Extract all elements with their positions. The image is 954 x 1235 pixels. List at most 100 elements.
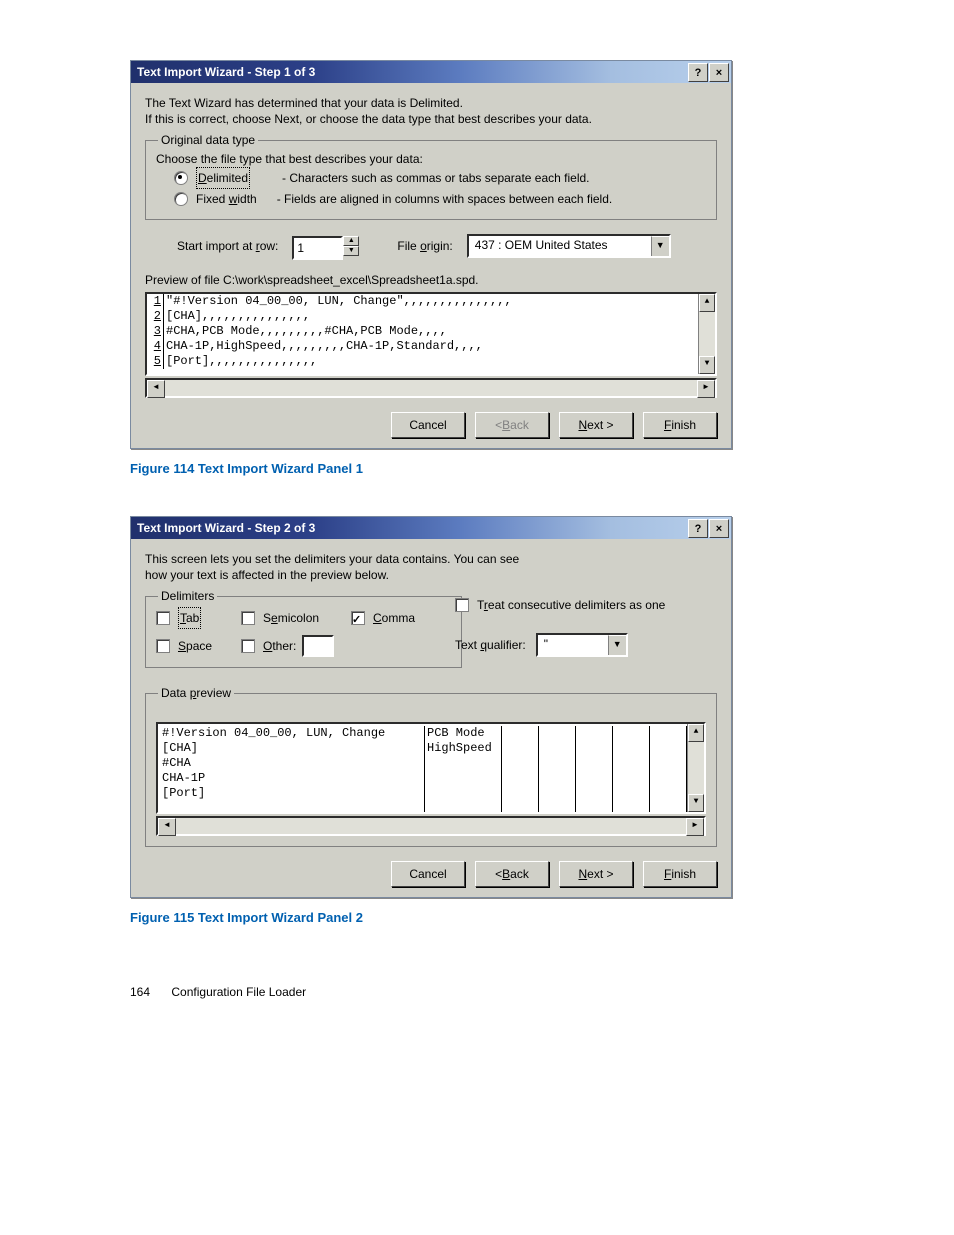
check-comma[interactable]: Comma <box>351 607 451 629</box>
dropdown-arrow-icon[interactable]: ▼ <box>651 236 669 256</box>
original-data-type-group: Original data type Choose the file type … <box>145 133 717 220</box>
scroll-down-icon[interactable]: ▼ <box>688 794 704 812</box>
checkbox-icon <box>156 639 170 653</box>
help-icon[interactable]: ? <box>688 63 708 82</box>
preview-cell <box>578 771 610 786</box>
vertical-scrollbar[interactable]: ▲ ▼ <box>698 294 715 374</box>
check-space[interactable]: Space <box>156 635 241 657</box>
preview-cell: #!Version 04_00_00, LUN, Change <box>162 726 422 741</box>
preview-cell <box>504 786 536 801</box>
file-origin-label: File origin: <box>397 239 452 253</box>
scroll-track[interactable] <box>176 818 686 834</box>
vertical-scrollbar[interactable]: ▲ ▼ <box>687 724 704 812</box>
preview-cell <box>504 741 536 756</box>
spin-up-icon[interactable]: ▲ <box>343 236 359 246</box>
figure-caption-1: Figure 114 Text Import Wizard Panel 1 <box>130 461 904 476</box>
preview-column <box>576 726 613 814</box>
checkbox-icon <box>455 598 469 612</box>
file-origin-combo[interactable]: 437 : OEM United States ▼ <box>467 234 671 258</box>
text-qualifier-combo[interactable]: " ▼ <box>536 633 628 657</box>
next-button[interactable]: Next > <box>559 412 633 438</box>
line-content: [CHA],,,,,,,,,,,,,,, <box>166 309 310 324</box>
preview-cell <box>652 741 684 756</box>
horizontal-scrollbar[interactable]: ◄ ► <box>156 816 706 836</box>
preview-cell <box>578 741 610 756</box>
line-content: [Port],,,,,,,,,,,,,,, <box>166 354 317 369</box>
data-preview-group: Data preview #!Version 04_00_00, LUN, Ch… <box>145 686 717 847</box>
preview-cell: HighSpeed <box>427 741 499 756</box>
preview-cell <box>652 771 684 786</box>
scroll-right-icon[interactable]: ► <box>697 380 715 398</box>
preview-cell <box>578 786 610 801</box>
back-button[interactable]: < Back <box>475 412 549 438</box>
preview-cell: PCB Mode <box>427 726 499 741</box>
preview-column: #!Version 04_00_00, LUN, Change[CHA]#CHA… <box>160 726 425 814</box>
scroll-track[interactable] <box>688 742 704 794</box>
preview-cell: [CHA] <box>162 741 422 756</box>
radio-fixed-width[interactable]: Fixed width - Fields are aligned in colu… <box>174 189 706 209</box>
back-button[interactable]: < Back <box>475 861 549 887</box>
wizard-step2-dialog: Text Import Wizard - Step 2 of 3 ? × Thi… <box>130 516 732 898</box>
group-legend: Data preview <box>158 686 234 700</box>
finish-button[interactable]: Finish <box>643 861 717 887</box>
radio-dot-icon <box>174 171 188 185</box>
window-title: Text Import Wizard - Step 2 of 3 <box>137 521 315 535</box>
finish-button[interactable]: Finish <box>643 412 717 438</box>
dropdown-arrow-icon[interactable]: ▼ <box>608 635 626 655</box>
scroll-up-icon[interactable]: ▲ <box>699 294 715 312</box>
preview-cell <box>541 771 573 786</box>
page-footer: 164 Configuration File Loader <box>130 985 904 999</box>
checkbox-icon <box>241 639 255 653</box>
scroll-right-icon[interactable]: ► <box>686 818 704 836</box>
checkbox-icon <box>351 611 365 625</box>
next-button[interactable]: Next > <box>559 861 633 887</box>
intro-text-1: This screen lets you set the delimiters … <box>145 551 717 567</box>
preview-cell <box>615 756 647 771</box>
radio-delimited[interactable]: Delimited - Characters such as commas or… <box>174 167 706 189</box>
scroll-left-icon[interactable]: ◄ <box>158 818 176 836</box>
group-hint: Choose the file type that best describes… <box>156 151 706 167</box>
help-icon[interactable]: ? <box>688 519 708 538</box>
scroll-down-icon[interactable]: ▼ <box>699 356 715 374</box>
preview-line: 2[CHA],,,,,,,,,,,,,,, <box>147 309 715 324</box>
check-tab[interactable]: Tab <box>156 607 241 629</box>
close-icon[interactable]: × <box>709 519 729 538</box>
group-legend: Delimiters <box>158 589 217 603</box>
cancel-button[interactable]: Cancel <box>391 861 465 887</box>
checkbox-icon <box>241 611 255 625</box>
line-number: 2 <box>147 309 164 324</box>
start-row-label: Start import at row: <box>177 239 278 253</box>
chapter-title: Configuration File Loader <box>171 985 306 999</box>
intro-text-1: The Text Wizard has determined that your… <box>145 95 717 111</box>
close-icon[interactable]: × <box>709 63 729 82</box>
horizontal-scrollbar[interactable]: ◄ ► <box>145 378 717 398</box>
scroll-left-icon[interactable]: ◄ <box>147 380 165 398</box>
other-delimiter-input[interactable] <box>302 635 334 657</box>
preview-cell <box>541 726 573 741</box>
spin-down-icon[interactable]: ▼ <box>343 246 359 256</box>
check-semicolon[interactable]: Semicolon <box>241 607 351 629</box>
radio-dot-icon <box>174 192 188 206</box>
text-qualifier-value: " <box>538 635 608 655</box>
preview-line: 1"#!Version 04_00_00, LUN, Change",,,,,,… <box>147 294 715 309</box>
preview-label: Preview of file C:\work\spreadsheet_exce… <box>145 272 717 288</box>
start-row-input[interactable] <box>292 236 343 260</box>
preview-cell <box>504 771 536 786</box>
preview-column <box>502 726 539 814</box>
start-row-spinner[interactable]: ▲ ▼ <box>292 236 359 256</box>
wizard-step1-dialog: Text Import Wizard - Step 1 of 3 ? × The… <box>130 60 732 449</box>
preview-cell <box>541 741 573 756</box>
preview-cell: #CHA <box>162 756 422 771</box>
cancel-button[interactable]: Cancel <box>391 412 465 438</box>
check-other[interactable]: Other: <box>241 635 351 657</box>
preview-cell <box>504 726 536 741</box>
preview-column <box>539 726 576 814</box>
check-treat-consecutive[interactable]: Treat consecutive delimiters as one <box>455 595 665 615</box>
scroll-up-icon[interactable]: ▲ <box>688 724 704 742</box>
scroll-track[interactable] <box>699 312 715 356</box>
line-content: #CHA,PCB Mode,,,,,,,,,#CHA,PCB Mode,,,, <box>166 324 447 339</box>
scroll-track[interactable] <box>165 380 697 396</box>
preview-column <box>650 726 687 814</box>
preview-cell <box>615 771 647 786</box>
line-content: "#!Version 04_00_00, LUN, Change",,,,,,,… <box>166 294 512 309</box>
